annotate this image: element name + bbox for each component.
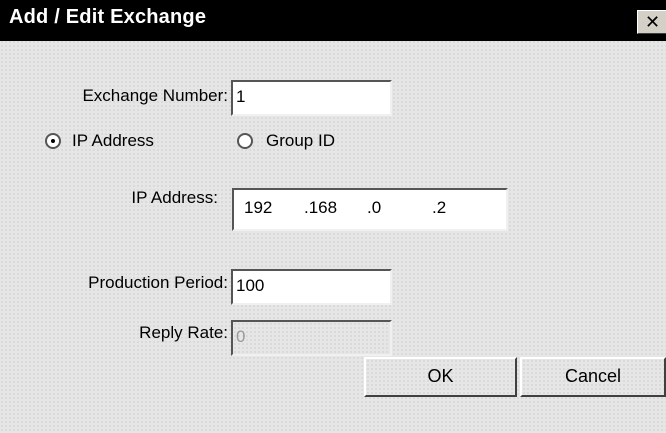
title-bar: Add / Edit Exchange ✕ — [0, 0, 666, 41]
close-icon: ✕ — [645, 12, 661, 32]
reply-rate-input: 0 — [231, 320, 392, 356]
dialog-title: Add / Edit Exchange — [9, 6, 207, 28]
ip-address-label: IP Address: — [131, 188, 218, 207]
exchange-number-label: Exchange Number: — [82, 86, 228, 105]
add-edit-exchange-dialog: Add / Edit Exchange ✕ Exchange Number: 1… — [0, 0, 666, 433]
close-button[interactable]: ✕ — [637, 10, 666, 34]
radio-group-id[interactable] — [237, 133, 253, 149]
exchange-number-value: 1 — [236, 87, 246, 106]
ip-octet-4[interactable]: .2 — [432, 198, 446, 218]
reply-rate-value: 0 — [236, 327, 246, 346]
exchange-number-input[interactable]: 1 — [231, 80, 392, 116]
production-period-value: 100 — [236, 276, 265, 295]
production-period-label: Production Period: — [88, 273, 228, 292]
ip-address-input[interactable]: 192 .168 .0 .2 — [232, 188, 508, 231]
cancel-button[interactable]: Cancel — [520, 357, 666, 397]
radio-selected-icon — [51, 139, 55, 143]
reply-rate-label: Reply Rate: — [139, 323, 228, 342]
ip-octet-3[interactable]: .0 — [367, 198, 381, 218]
radio-group-id-label[interactable]: Group ID — [266, 131, 335, 151]
ip-octet-1[interactable]: 192 — [244, 198, 272, 218]
ok-button[interactable]: OK — [364, 357, 517, 397]
radio-ip-address[interactable] — [45, 133, 61, 149]
ip-octet-2[interactable]: .168 — [304, 198, 337, 218]
production-period-input[interactable]: 100 — [231, 269, 392, 305]
radio-ip-address-label[interactable]: IP Address — [72, 131, 154, 151]
